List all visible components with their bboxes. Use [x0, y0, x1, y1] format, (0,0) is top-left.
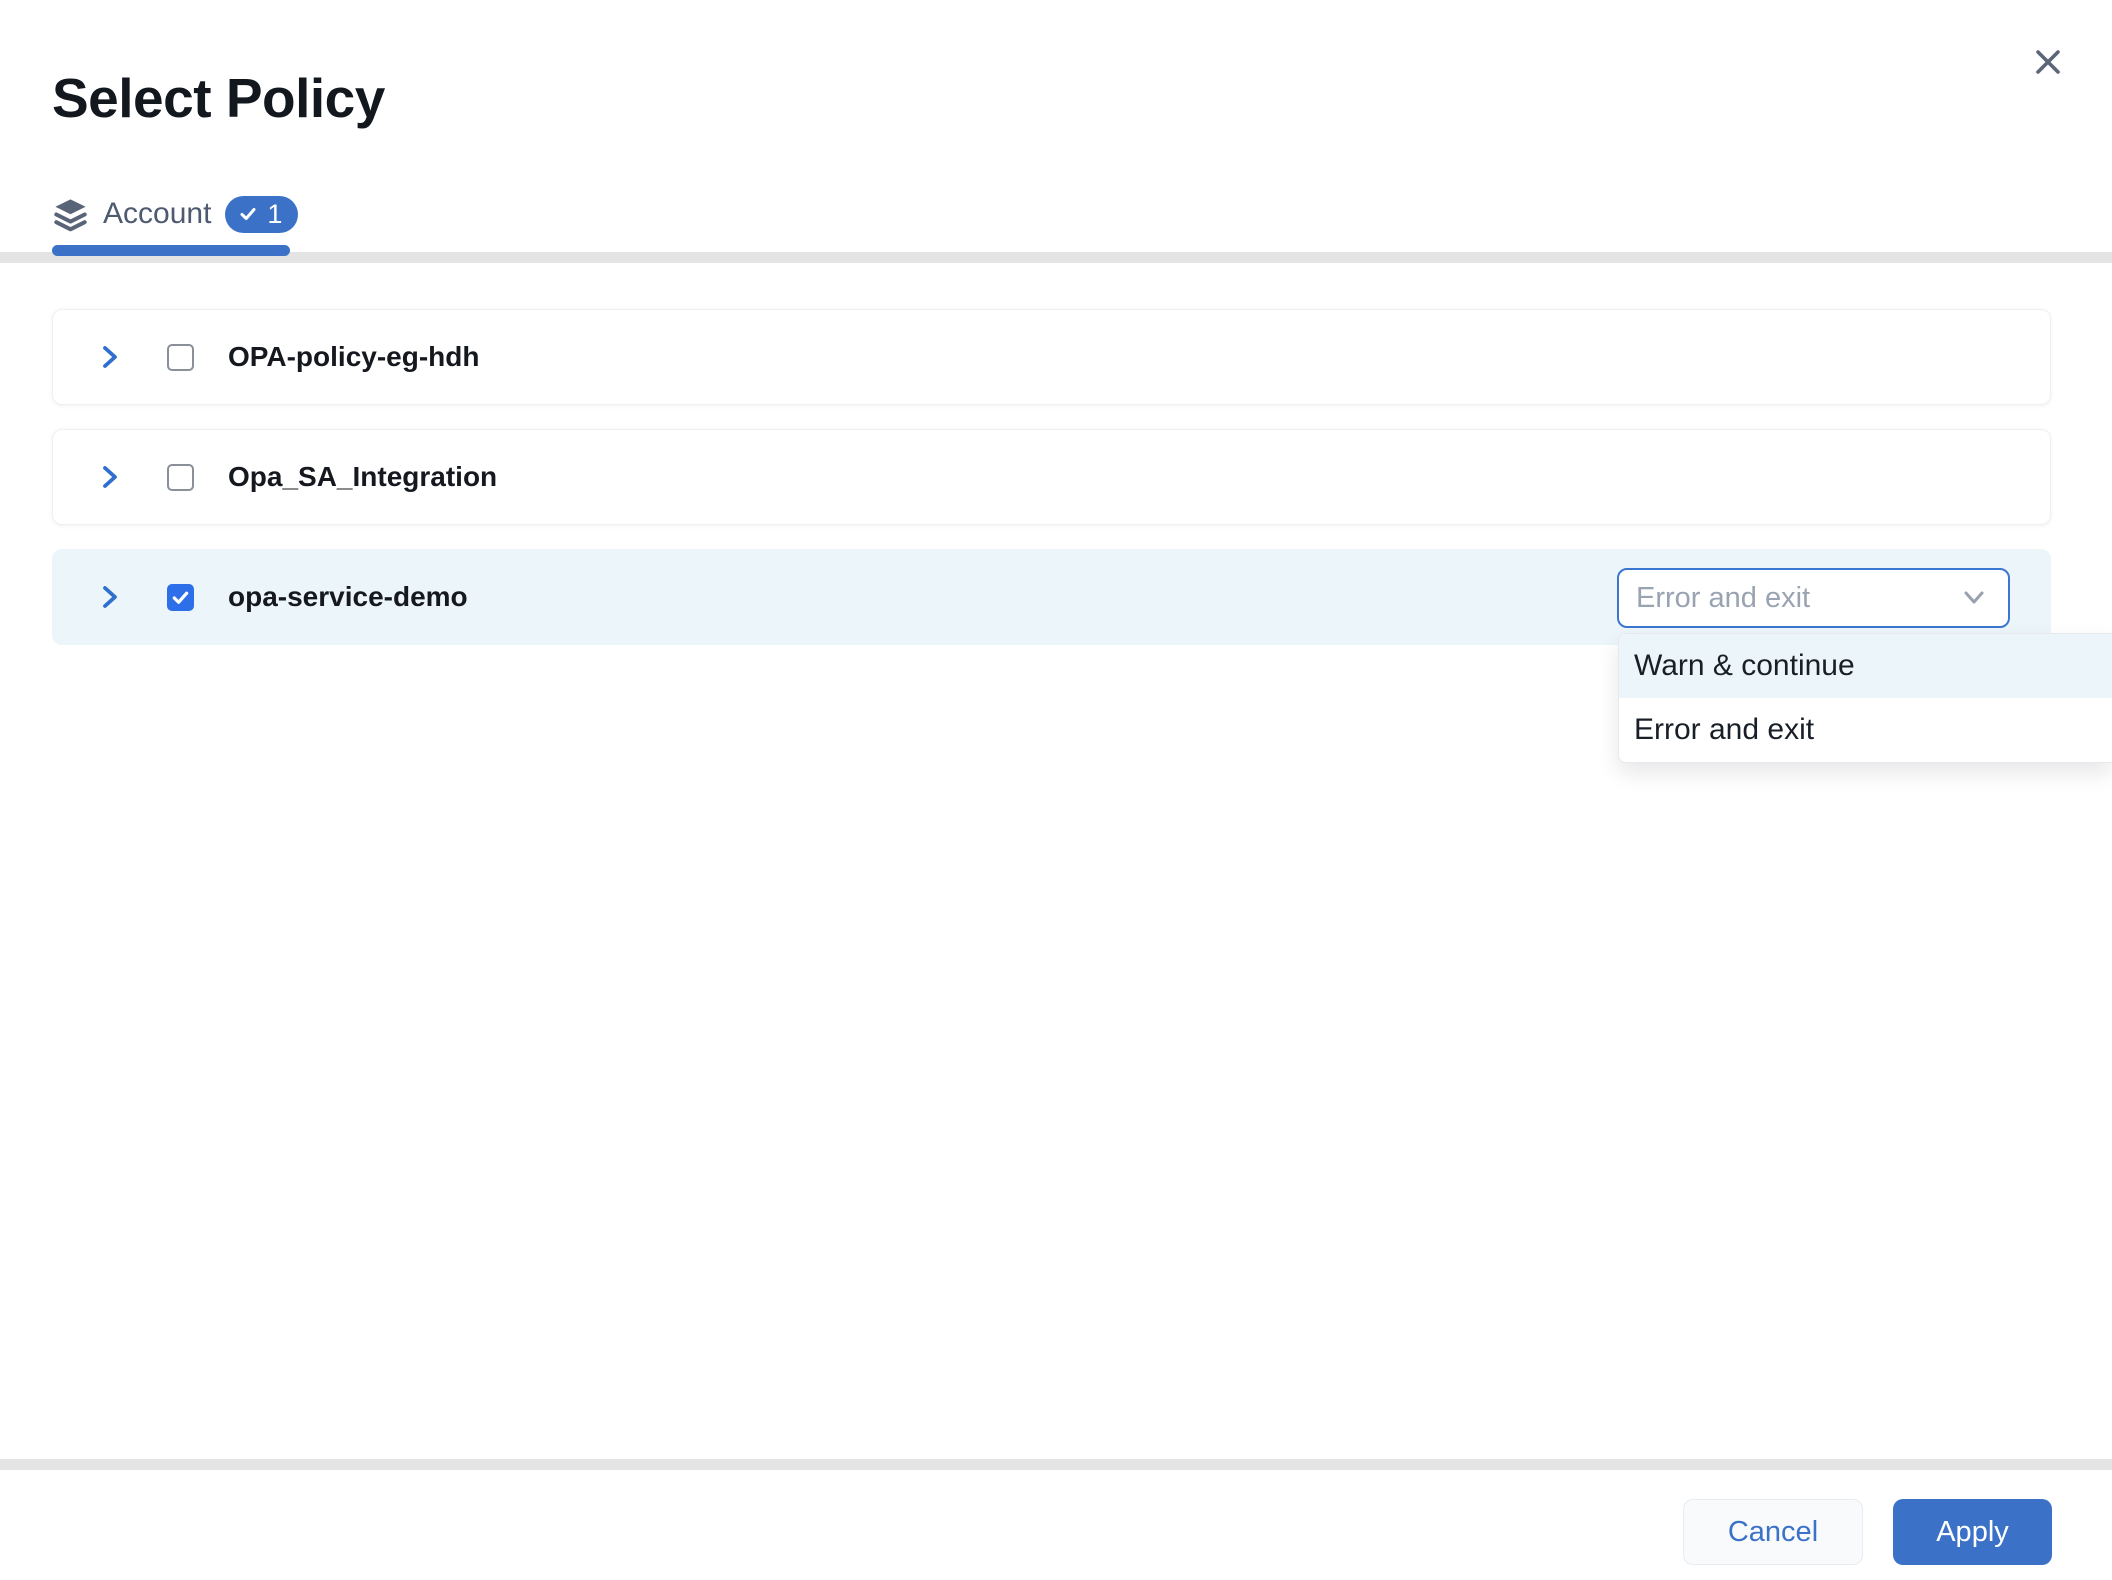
policy-name: opa-service-demo: [228, 581, 468, 613]
action-dropdown-value: Error and exit: [1636, 582, 1810, 615]
tab-account-label: Account: [103, 197, 211, 231]
policy-row-opa-policy-eg-hdh[interactable]: OPA-policy-eg-hdh: [52, 309, 2051, 405]
chevron-right-icon[interactable]: [97, 462, 123, 492]
policy-checkbox-checked[interactable]: [167, 584, 194, 611]
active-tab-indicator: [52, 245, 290, 256]
policy-list: OPA-policy-eg-hdh Opa_SA_Integration: [52, 309, 2051, 669]
page-title: Select Policy: [52, 66, 385, 130]
close-button[interactable]: [2026, 40, 2070, 84]
footer-divider: [0, 1459, 2112, 1470]
selected-count: 1: [267, 199, 282, 230]
chevron-down-icon: [1962, 590, 1986, 606]
check-icon: [238, 204, 258, 224]
action-dropdown[interactable]: Error and exit: [1617, 568, 2010, 628]
tabs-divider: [0, 252, 2112, 263]
layers-icon: [52, 196, 89, 233]
policy-checkbox[interactable]: [167, 464, 194, 491]
policy-name: Opa_SA_Integration: [228, 461, 497, 493]
tab-account[interactable]: Account 1: [52, 190, 298, 238]
cancel-button[interactable]: Cancel: [1683, 1499, 1863, 1565]
apply-button[interactable]: Apply: [1893, 1499, 2052, 1565]
menu-option-error-exit[interactable]: Error and exit: [1619, 698, 2112, 762]
selected-count-badge: 1: [225, 196, 298, 233]
chevron-right-icon[interactable]: [97, 582, 123, 612]
policy-row-opa-service-demo[interactable]: opa-service-demo Error and exit: [52, 549, 2051, 645]
action-dropdown-menu: Warn & continue Error and exit: [1618, 633, 2112, 763]
policy-checkbox[interactable]: [167, 344, 194, 371]
menu-option-warn-continue[interactable]: Warn & continue: [1619, 634, 2112, 698]
close-icon: [2030, 44, 2066, 80]
policy-row-opa-sa-integration[interactable]: Opa_SA_Integration: [52, 429, 2051, 525]
policy-name: OPA-policy-eg-hdh: [228, 341, 479, 373]
select-policy-modal: Select Policy Account 1: [0, 0, 2112, 1580]
chevron-right-icon[interactable]: [97, 342, 123, 372]
footer-actions: Cancel Apply: [1683, 1499, 2052, 1565]
